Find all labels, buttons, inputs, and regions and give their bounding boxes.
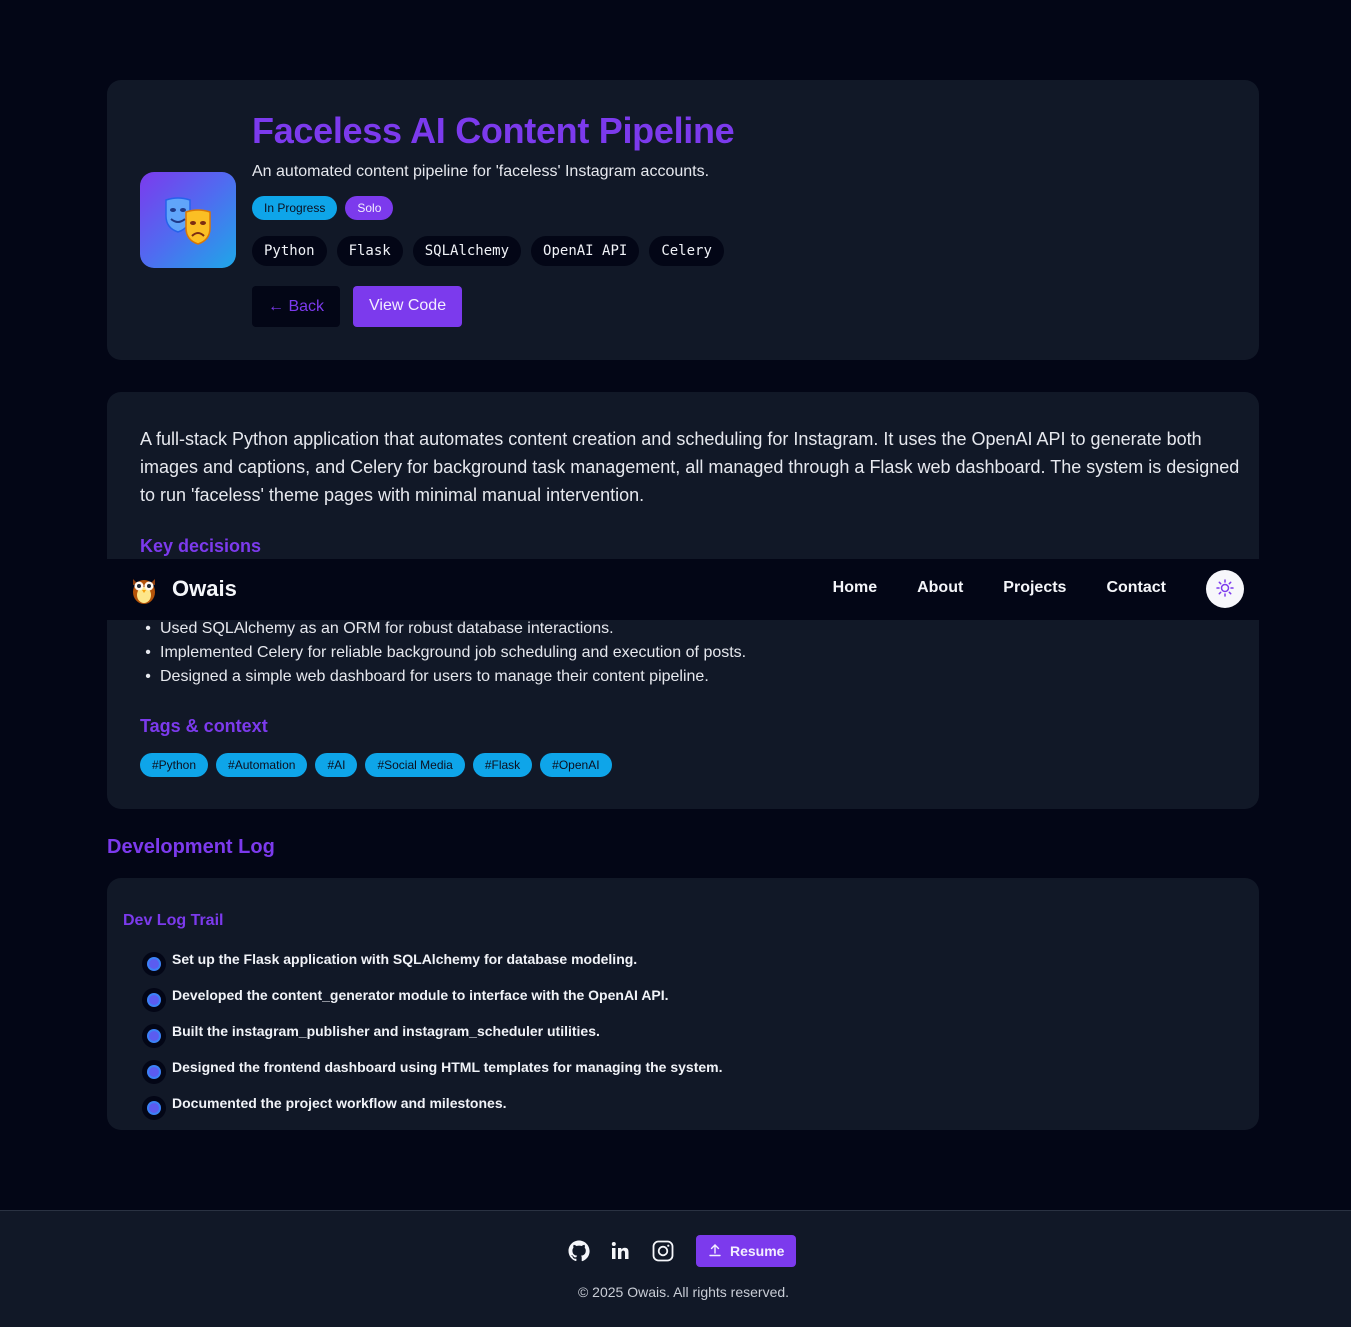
decision-text: Used SQLAlchemy as an ORM for robust dat… — [160, 620, 614, 637]
timeline-dot-icon — [142, 1060, 166, 1084]
tag-chip: #AI — [315, 753, 358, 777]
tag-list: #Python #Automation #AI #Social Media #F… — [140, 753, 612, 777]
copyright-text: © 2025 Owais. All rights reserved. — [577, 1284, 790, 1300]
project-actions: ← Back View Code — [252, 286, 463, 327]
devlog-card: Dev Log Trail Set up the Flask applicati… — [107, 878, 1259, 1130]
log-entry-text: Built the instagram_publisher and instag… — [172, 1023, 600, 1039]
decisions-list: • Used SQLAlchemy as an ORM for robust da… — [144, 617, 746, 689]
sun-icon — [1216, 578, 1234, 600]
tech-chip: SQLAlchemy — [412, 236, 522, 266]
status-badge: In Progress — [252, 196, 338, 220]
project-subtitle: An automated content pipeline for 'facel… — [252, 163, 710, 180]
back-button[interactable]: ← Back — [252, 286, 341, 327]
tech-chip: OpenAI API — [531, 236, 640, 266]
tech-chip: Flask — [336, 236, 403, 266]
tag-chip: #Flask — [472, 753, 533, 777]
tag-chip: #Automation — [216, 753, 308, 777]
log-entry-text: Designed the frontend dashboard using HT… — [172, 1059, 723, 1075]
tech-chip: Celery — [649, 236, 724, 266]
list-item: Set up the Flask application with SQLAlc… — [142, 950, 722, 986]
dev-log-trail-heading: Dev Log Trail — [123, 912, 224, 929]
footer: Resume © 2025 Owais. All rights reserved… — [0, 1210, 1351, 1327]
instagram-icon[interactable] — [651, 1239, 675, 1263]
list-item: • Designed a simple web dashboard for use… — [144, 665, 746, 689]
tags-heading: Tags & context — [140, 716, 268, 736]
log-entry-text: Developed the content_generator module t… — [172, 987, 669, 1003]
nav-home[interactable]: Home — [833, 579, 877, 597]
decision-text: Designed a simple web dashboard for user… — [160, 668, 709, 685]
log-entry-text: Documented the project workflow and mile… — [172, 1095, 507, 1111]
linkedin-icon[interactable] — [609, 1239, 633, 1263]
status-badges: In Progress Solo — [252, 196, 394, 220]
brand-name[interactable]: Owais — [172, 576, 237, 602]
list-item: Designed the frontend dashboard using HT… — [142, 1058, 722, 1094]
resume-button[interactable]: Resume — [696, 1235, 797, 1267]
nav-contact[interactable]: Contact — [1106, 579, 1166, 597]
tag-chip: #OpenAI — [540, 753, 612, 777]
devlog-list: Set up the Flask application with SQLAlc… — [142, 950, 722, 1130]
key-decisions-heading: Key decisions — [140, 536, 262, 556]
decision-text: Implemented Celery for reliable backgrou… — [160, 644, 747, 661]
tech-chip: Python — [252, 236, 327, 266]
project-header-card: Faceless AI Content Pipeline An automate… — [107, 80, 1259, 360]
list-item: • Used SQLAlchemy as an ORM for robust da… — [144, 617, 746, 641]
theater-masks-icon — [140, 172, 236, 268]
timeline-dot-icon — [142, 1024, 166, 1048]
timeline-dot-icon — [142, 1096, 166, 1120]
view-code-button[interactable]: View Code — [353, 286, 463, 327]
nav-projects[interactable]: Projects — [1003, 579, 1066, 597]
list-item: Built the instagram_publisher and instag… — [142, 1022, 722, 1058]
nav-about[interactable]: About — [917, 579, 963, 597]
tag-chip: #Social Media — [365, 753, 465, 777]
team-badge: Solo — [345, 196, 394, 220]
project-title: Faceless AI Content Pipeline — [252, 110, 735, 151]
tag-chip: #Python — [140, 753, 209, 777]
list-item: Documented the project workflow and mile… — [142, 1094, 722, 1130]
project-description: A full-stack Python application that aut… — [140, 429, 1240, 505]
resume-label: Resume — [730, 1243, 785, 1259]
development-log-heading: Development Log — [107, 836, 275, 858]
timeline-dot-icon — [142, 952, 166, 976]
github-icon[interactable] — [567, 1239, 591, 1263]
nav-links: Home About Projects Contact — [833, 579, 1166, 597]
owl-logo-icon[interactable] — [129, 573, 159, 605]
tech-stack: Python Flask SQLAlchemy OpenAI API Celer… — [252, 236, 724, 266]
social-links — [567, 1239, 675, 1263]
log-entry-text: Set up the Flask application with SQLAlc… — [172, 951, 638, 967]
list-item: • Implemented Celery for reliable backgro… — [144, 641, 746, 665]
timeline-dot-icon — [142, 988, 166, 1012]
navbar: Owais Home About Projects Contact — [107, 559, 1259, 620]
upload-icon — [708, 1243, 722, 1260]
list-item: Developed the content_generator module t… — [142, 986, 722, 1022]
theme-toggle-button[interactable] — [1206, 570, 1244, 608]
